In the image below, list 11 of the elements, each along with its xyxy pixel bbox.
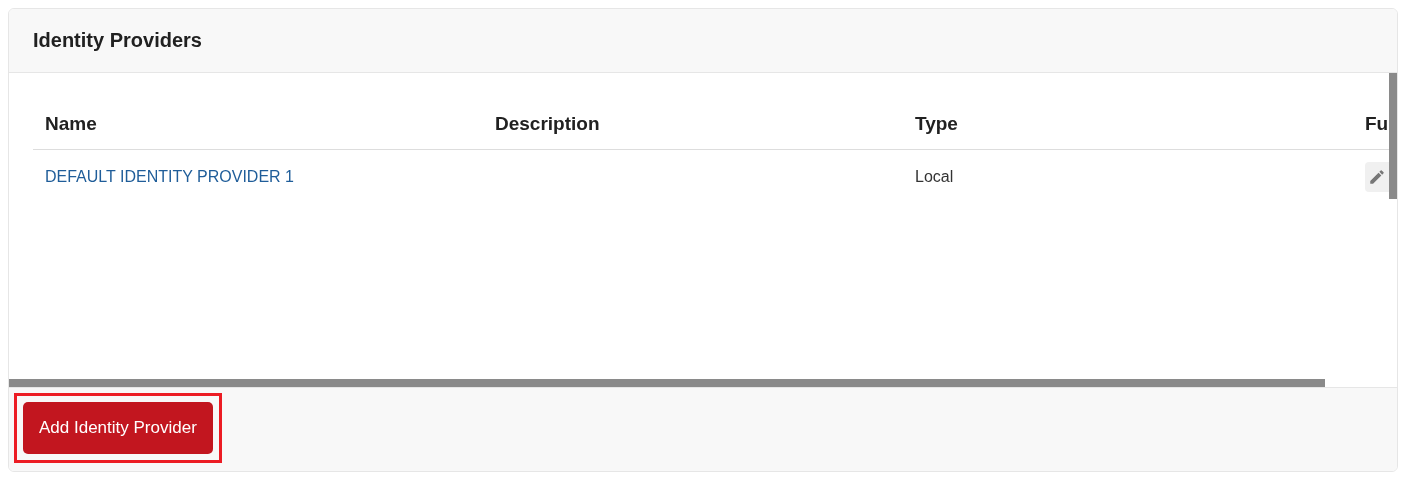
provider-link[interactable]: DEFAULT IDENTITY PROVIDER 1 bbox=[45, 168, 294, 185]
horizontal-scrollbar[interactable] bbox=[9, 379, 1325, 387]
table-cell: Local bbox=[915, 168, 954, 185]
panel-title: Identity Providers bbox=[33, 29, 202, 52]
column-header: Description bbox=[483, 101, 903, 150]
pencil-icon bbox=[1368, 168, 1386, 186]
column-header: Type bbox=[903, 101, 1353, 150]
column-header: Name bbox=[33, 101, 483, 150]
add-provider-button[interactable]: Add Identity Provider bbox=[23, 402, 213, 454]
vertical-scrollbar[interactable] bbox=[1389, 73, 1397, 199]
edit-button[interactable] bbox=[1365, 162, 1389, 192]
